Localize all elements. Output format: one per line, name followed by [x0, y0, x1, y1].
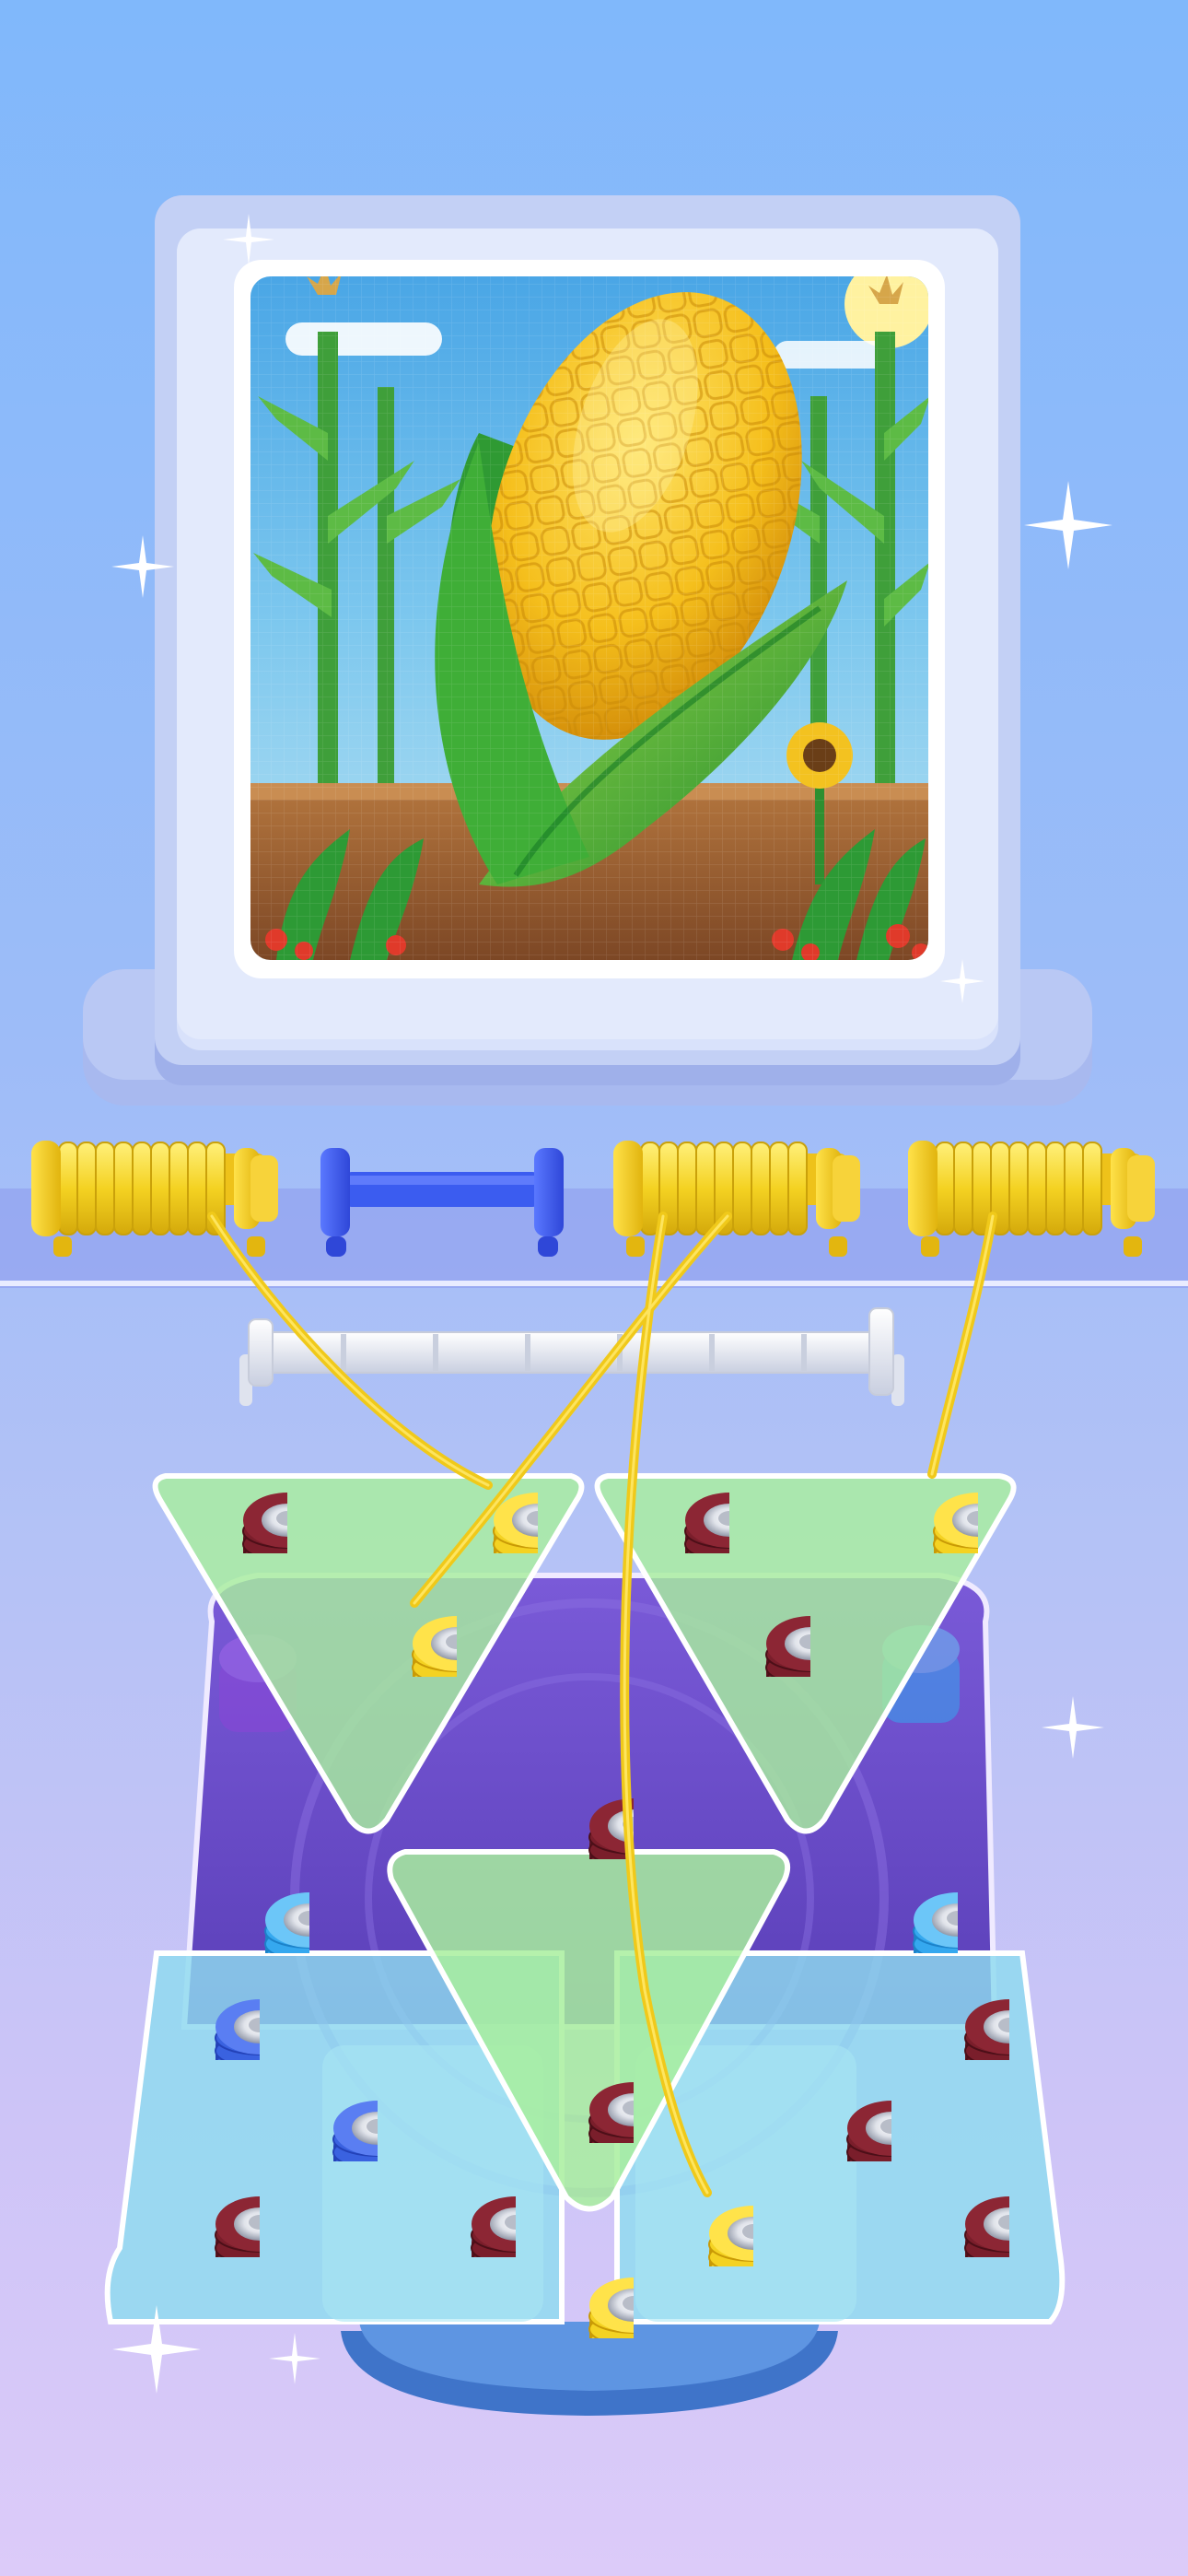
peg-blue[interactable]	[285, 2042, 378, 2161]
spool-3[interactable]	[608, 1135, 866, 1264]
peg-cyan[interactable]	[217, 1833, 309, 1953]
peg-yellow[interactable]	[886, 1434, 978, 1553]
picture-frame	[0, 0, 1188, 1124]
peg-maroon[interactable]	[637, 1434, 729, 1553]
peg-maroon[interactable]	[195, 1434, 287, 1553]
sparkle-icon	[1041, 1695, 1105, 1760]
sparkle-icon	[221, 212, 276, 267]
peg-maroon[interactable]	[168, 2137, 260, 2257]
peg-yellow[interactable]	[365, 1557, 457, 1677]
sparkle-icon	[267, 2331, 322, 2386]
peg-maroon[interactable]	[542, 1739, 634, 1859]
spool-1[interactable]	[26, 1135, 284, 1264]
sparkle-icon	[1022, 479, 1114, 571]
spool-2[interactable]	[313, 1135, 571, 1264]
peg-cyan[interactable]	[866, 1833, 958, 1953]
peg-blue[interactable]	[168, 1940, 260, 2060]
peg-maroon[interactable]	[917, 1940, 1009, 2060]
peg-yellow[interactable]	[542, 2219, 634, 2338]
sparkle-icon	[939, 958, 985, 1004]
sparkle-icon	[111, 2303, 203, 2395]
peg-maroon[interactable]	[917, 2137, 1009, 2257]
peg-maroon[interactable]	[424, 2137, 516, 2257]
peg-maroon[interactable]	[718, 1557, 810, 1677]
peg-maroon[interactable]	[542, 2023, 634, 2143]
spool-4[interactable]	[903, 1135, 1160, 1264]
sparkle-icon	[111, 534, 175, 599]
peg-maroon[interactable]	[799, 2042, 891, 2161]
peg-yellow[interactable]	[661, 2147, 753, 2266]
peg-yellow[interactable]	[446, 1434, 538, 1553]
